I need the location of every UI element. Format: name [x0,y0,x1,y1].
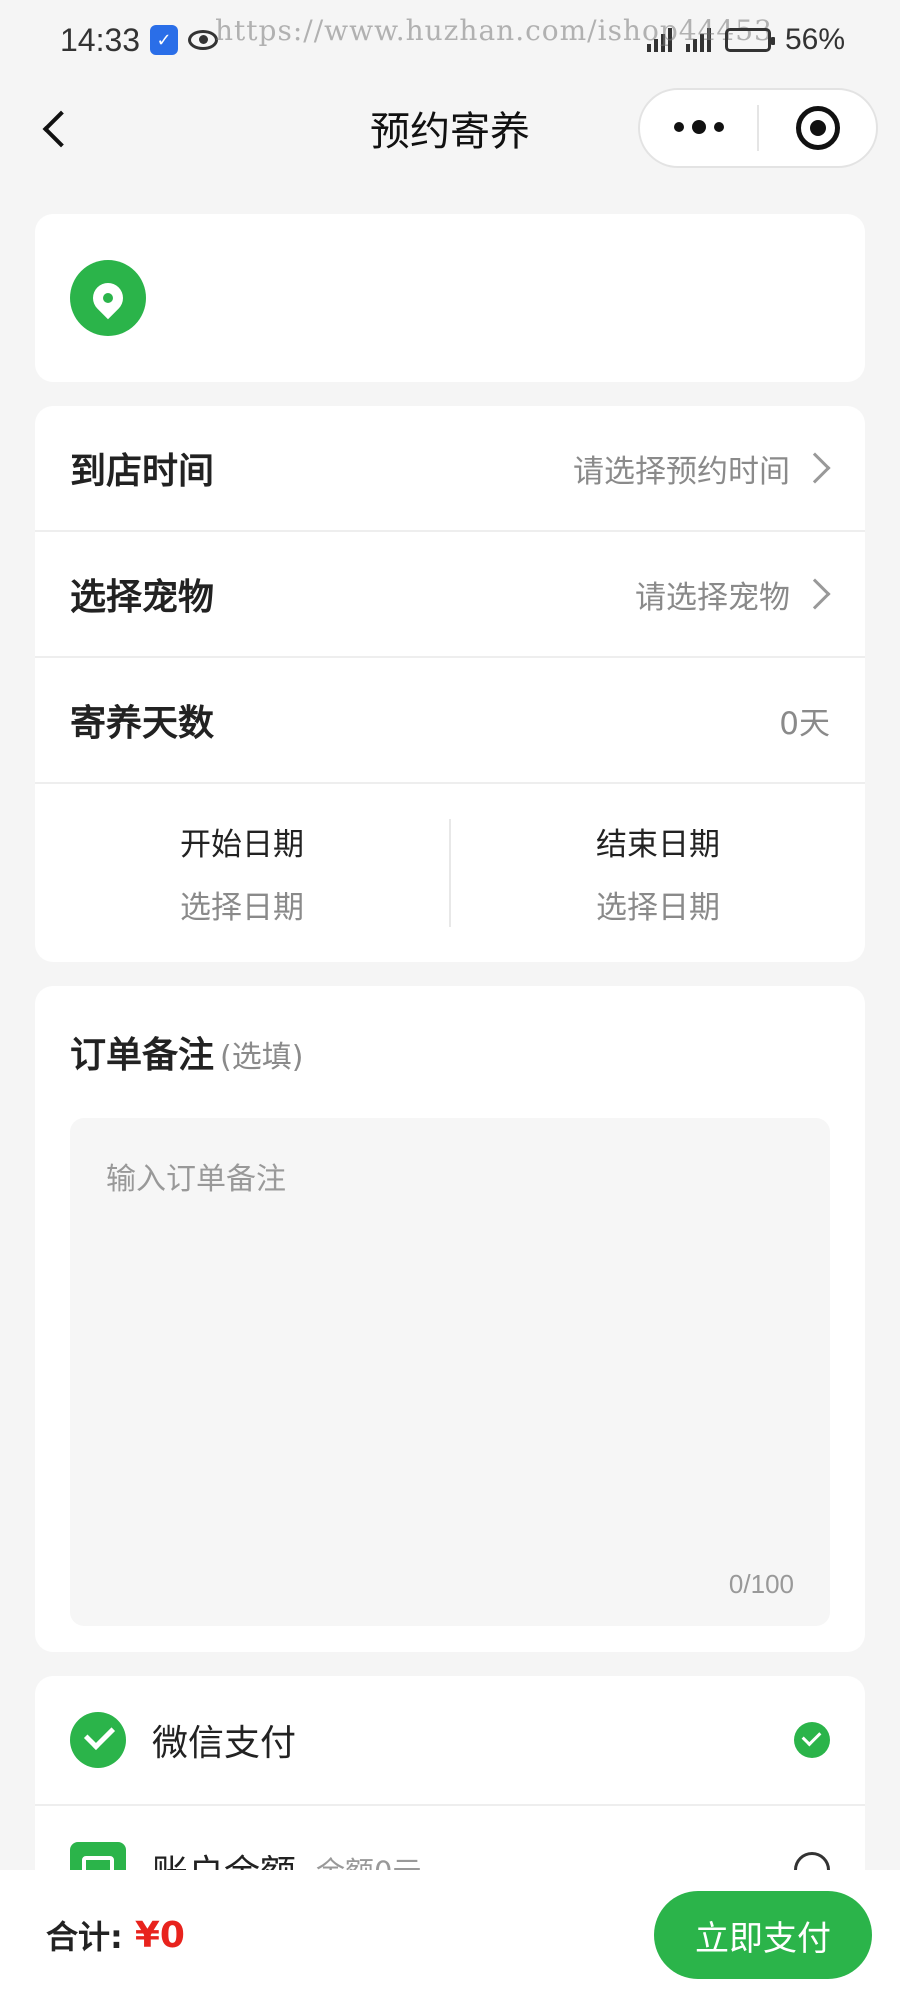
back-arrow-icon[interactable] [38,110,74,146]
order-notes-card: 订单备注 (选填) 输入订单备注 0/100 [35,986,865,1652]
total-label: 合计: [46,1918,123,1956]
miniprogram-capsule [638,88,878,168]
status-bar: 14:33 ✓ https://www.huzhan.com/ishop4445… [0,0,900,80]
total-amount: ¥0 [134,1914,185,1956]
booking-form: 到店时间 请选择预约时间 选择宠物 请选择宠物 寄养天数 0天 开始日期 选择日… [35,406,865,962]
arrival-time-label: 到店时间 [70,451,215,492]
status-left: 14:33 ✓ [60,21,219,59]
wechat-pay-label: 微信支付 [152,1723,297,1764]
wechat-pay-option[interactable]: 微信支付 [35,1676,865,1806]
order-notes-title: 订单备注 (选填) [70,1026,830,1078]
checkout-footer: 合计: ¥0 立即支付 [0,1870,900,2000]
boarding-days-label: 寄养天数 [70,703,215,744]
watermark-text: https://www.huzhan.com/ishop44453 [215,14,773,47]
chevron-right-icon [799,578,831,610]
order-notes-input[interactable]: 输入订单备注 0/100 [70,1118,830,1626]
nav-bar: 预约寄养 [0,80,900,176]
char-counter: 0/100 [728,1569,794,1599]
end-date-label: 结束日期 [596,827,720,863]
start-date-label: 开始日期 [180,827,304,863]
arrival-time-value: 请选择预约时间 [573,453,790,490]
location-pin-icon [70,260,146,336]
wechat-pay-icon [70,1712,126,1768]
boarding-days-value: 0天 [779,705,830,742]
end-date-value: 选择日期 [596,890,720,926]
battery-percent: 56% [784,23,845,56]
shield-icon: ✓ [150,25,179,55]
store-address-card [35,214,865,382]
boarding-days-row: 寄养天数 0天 [35,658,865,784]
date-range: 开始日期 选择日期 结束日期 选择日期 [35,784,865,962]
status-time: 14:33 [60,21,141,58]
battery-icon [724,28,775,52]
start-date-picker[interactable]: 开始日期 选择日期 [35,819,449,927]
chevron-right-icon [799,452,831,484]
page-title: 预约寄养 [370,109,530,155]
pay-now-button[interactable]: 立即支付 [654,1891,872,1979]
optional-label: (选填) [220,1040,304,1075]
more-icon[interactable] [640,120,757,134]
check-circle-icon[interactable] [794,1722,830,1758]
select-pet-row[interactable]: 选择宠物 请选择宠物 [35,532,865,658]
close-miniprogram-icon[interactable] [759,106,876,150]
end-date-picker[interactable]: 结束日期 选择日期 [451,819,865,927]
eye-icon [188,30,219,50]
order-notes-placeholder: 输入订单备注 [106,1162,286,1197]
arrival-time-row[interactable]: 到店时间 请选择预约时间 [35,406,865,532]
order-notes-label: 订单备注 [70,1035,215,1076]
select-pet-label: 选择宠物 [70,577,215,618]
start-date-value: 选择日期 [180,890,304,926]
select-pet-value: 请选择宠物 [635,579,790,616]
